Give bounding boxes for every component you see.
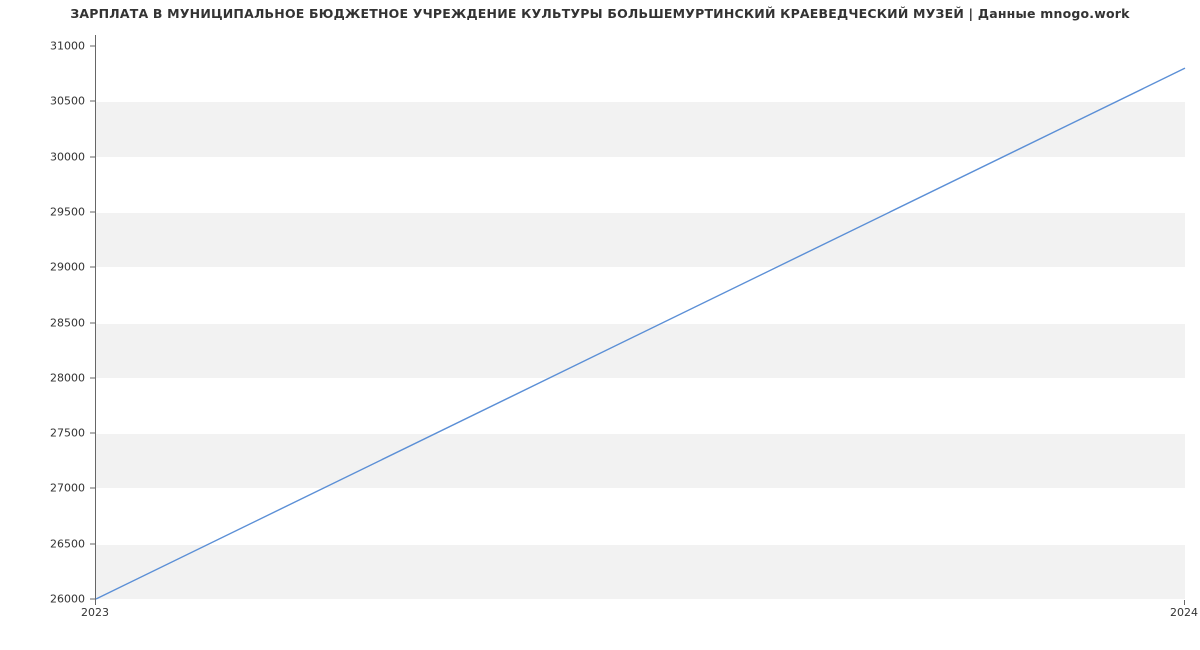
y-tick-label: 26500 bbox=[0, 537, 85, 550]
y-tick-label: 30000 bbox=[0, 150, 85, 163]
y-tick-mark bbox=[90, 377, 95, 378]
chart-title: ЗАРПЛАТА В МУНИЦИПАЛЬНОЕ БЮДЖЕТНОЕ УЧРЕЖ… bbox=[0, 6, 1200, 21]
y-tick-label: 28500 bbox=[0, 316, 85, 329]
x-tick-label: 2023 bbox=[81, 606, 109, 619]
x-tick-mark bbox=[95, 600, 96, 605]
y-tick-label: 31000 bbox=[0, 40, 85, 53]
y-tick-mark bbox=[90, 156, 95, 157]
y-tick-label: 29000 bbox=[0, 261, 85, 274]
y-tick-label: 30500 bbox=[0, 95, 85, 108]
y-tick-label: 27000 bbox=[0, 482, 85, 495]
y-tick-mark bbox=[90, 46, 95, 47]
y-tick-mark bbox=[90, 267, 95, 268]
x-tick-mark bbox=[1184, 600, 1185, 605]
y-tick-mark bbox=[90, 543, 95, 544]
y-tick-mark bbox=[90, 322, 95, 323]
gridline bbox=[96, 599, 1185, 600]
y-tick-label: 28000 bbox=[0, 371, 85, 384]
y-tick-mark bbox=[90, 211, 95, 212]
y-tick-mark bbox=[90, 101, 95, 102]
y-tick-mark bbox=[90, 433, 95, 434]
data-line bbox=[96, 68, 1185, 599]
y-tick-label: 29500 bbox=[0, 205, 85, 218]
y-tick-mark bbox=[90, 488, 95, 489]
chart-container: ЗАРПЛАТА В МУНИЦИПАЛЬНОЕ БЮДЖЕТНОЕ УЧРЕЖ… bbox=[0, 0, 1200, 650]
line-svg bbox=[96, 35, 1185, 599]
x-tick-label: 2024 bbox=[1170, 606, 1198, 619]
y-tick-label: 26000 bbox=[0, 593, 85, 606]
y-tick-label: 27500 bbox=[0, 427, 85, 440]
plot-area bbox=[95, 35, 1185, 600]
